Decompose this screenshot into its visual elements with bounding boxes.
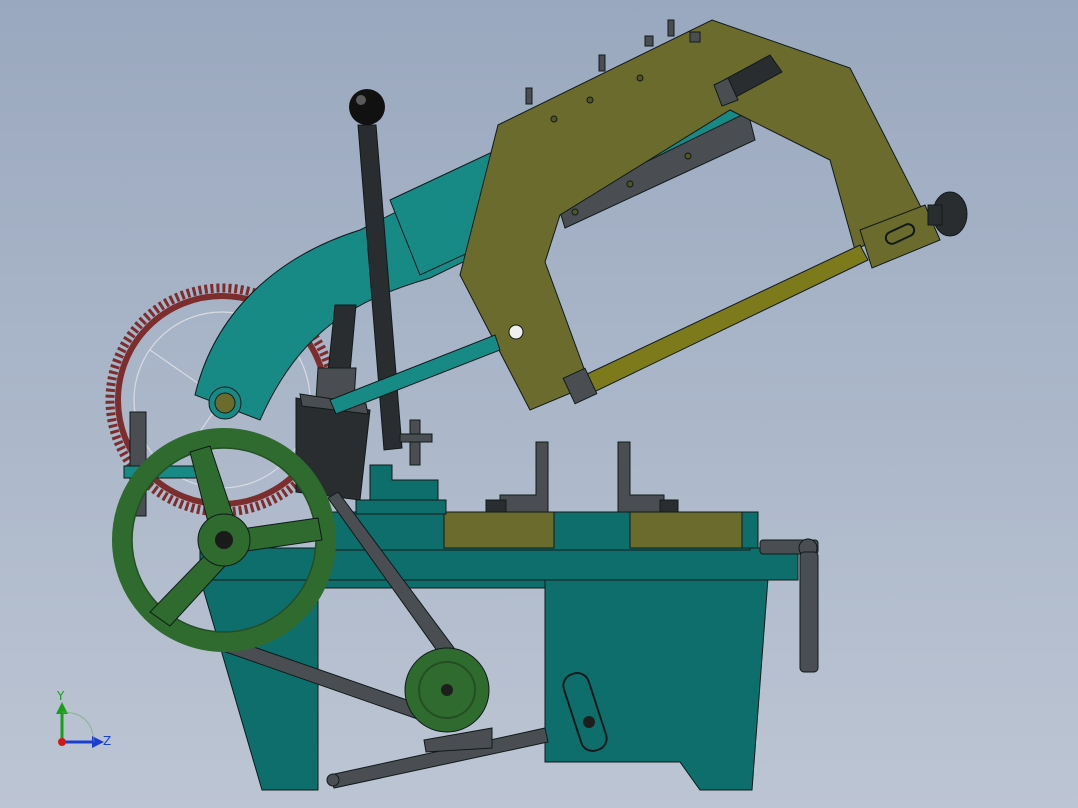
triad-y-label: Y [56,689,65,703]
orientation-triad[interactable]: Y Z [56,689,111,748]
cad-viewport[interactable]: Y Z [0,0,1078,808]
bandsaw-model[interactable]: Y Z [0,0,1078,808]
triad-z-label: Z [103,734,111,748]
lower-link-bar [326,727,549,789]
vise-screw-post[interactable] [399,419,433,466]
vise-jaws[interactable] [485,441,679,513]
saw-frame[interactable] [459,19,941,411]
motor-pulley[interactable] [404,647,490,733]
